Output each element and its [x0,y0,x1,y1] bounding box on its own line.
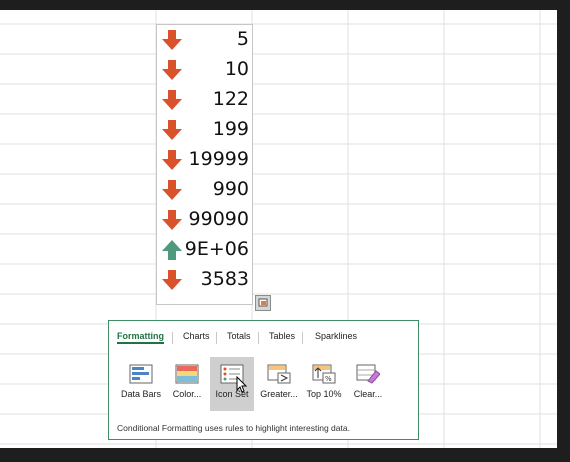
greater-than-label: Greater... [260,389,298,399]
arrow-down-red-icon [162,30,182,50]
tab-formatting[interactable]: Formatting [117,331,164,344]
spreadsheet-grid[interactable]: 5 10 122 199 19999 990 99090 9E+06 3583 … [0,10,557,448]
clear-label: Clear... [353,389,383,399]
cell-row[interactable]: 3583 [157,265,252,295]
cell-value: 10 [224,58,249,80]
selected-range[interactable]: 5 10 122 199 19999 990 99090 9E+06 3583 [156,24,253,305]
color-scale-label: Color... [172,389,202,399]
cell-row[interactable]: 10 [157,55,252,85]
eraser-icon [356,364,380,384]
cell-value: 19999 [188,148,249,170]
cell-value: 9E+06 [184,238,249,260]
greater-than-icon [267,364,291,384]
arrow-down-red-icon [162,210,182,230]
tab-divider [258,332,259,344]
tab-divider [302,332,303,344]
color-scale-icon [175,364,199,384]
top-10-button[interactable]: % Top 10% [302,357,346,411]
cell-row[interactable]: 9E+06 [157,235,252,265]
greater-than-button[interactable]: Greater... [257,357,301,411]
cell-row[interactable]: 19999 [157,145,252,175]
data-bars-button[interactable]: Data Bars [119,357,163,411]
arrow-down-red-icon [162,120,182,140]
cell-value: 199 [212,118,249,140]
quick-analysis-panel: Formatting Charts Totals Tables Sparklin… [108,320,419,440]
arrow-down-red-icon [162,60,182,80]
quick-analysis-button[interactable] [255,295,271,311]
cell-row[interactable]: 99090 [157,205,252,235]
arrow-down-red-icon [162,180,182,200]
cell-value: 122 [212,88,249,110]
cell-value: 99090 [188,208,249,230]
data-bars-icon [129,364,153,384]
top-10-icon: % [312,364,336,384]
data-bars-label: Data Bars [120,389,162,399]
cell-row[interactable]: 5 [157,25,252,55]
mouse-cursor-icon [236,376,248,393]
tab-divider [216,332,217,344]
panel-description: Conditional Formatting uses rules to hig… [117,423,350,433]
arrow-up-green-icon [162,240,182,260]
tab-sparklines[interactable]: Sparklines [315,331,357,341]
cell-value: 3583 [200,268,249,290]
cell-value: 5 [236,28,249,50]
cell-row[interactable]: 990 [157,175,252,205]
color-scale-button[interactable]: Color... [165,357,209,411]
cell-row[interactable]: 122 [157,85,252,115]
arrow-down-red-icon [162,90,182,110]
arrow-down-red-icon [162,270,182,290]
arrow-down-red-icon [162,150,182,170]
cell-value: 990 [212,178,249,200]
cell-row[interactable]: 199 [157,115,252,145]
tab-tables[interactable]: Tables [269,331,295,341]
tab-totals[interactable]: Totals [227,331,251,341]
tab-divider [172,332,173,344]
clear-button[interactable]: Clear... [346,357,390,411]
top-10-label: Top 10% [306,389,342,399]
tab-charts[interactable]: Charts [183,331,210,341]
quick-analysis-icon [258,298,268,307]
svg-text:%: % [325,375,332,383]
